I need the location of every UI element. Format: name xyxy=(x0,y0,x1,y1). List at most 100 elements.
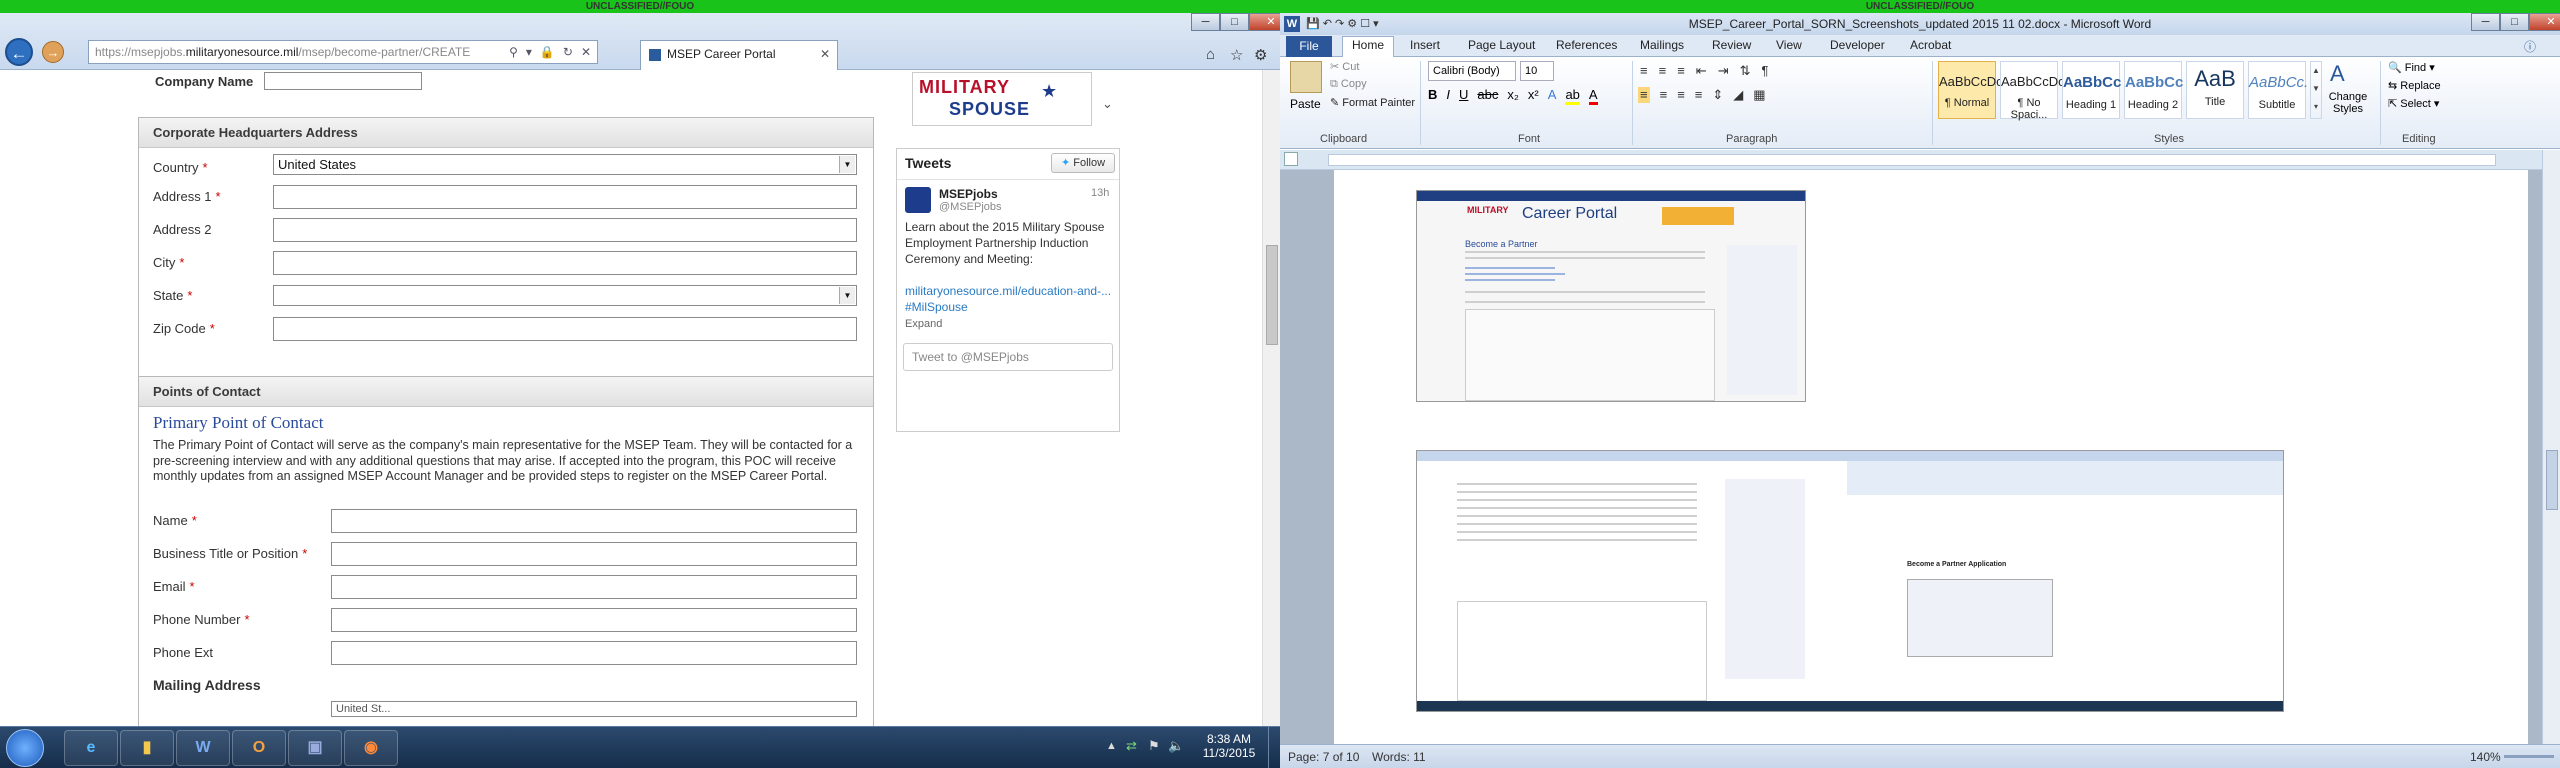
word-taskbar-icon[interactable]: W xyxy=(176,730,230,766)
tab-references[interactable]: References xyxy=(1556,38,1617,52)
text-effects-icon[interactable]: A xyxy=(1548,87,1557,105)
tweet-compose-input[interactable]: Tweet to @MSEPjobs xyxy=(903,343,1113,371)
superscript-icon[interactable]: x² xyxy=(1528,87,1539,105)
clock[interactable]: 8:38 AM 11/3/2015 xyxy=(1200,732,1258,760)
zoom-slider[interactable] xyxy=(2504,755,2554,758)
tray-expand-icon[interactable]: ▲ xyxy=(1106,740,1117,752)
bullets-icon[interactable]: ≡ xyxy=(1640,63,1648,79)
bold-icon[interactable]: B xyxy=(1428,87,1437,105)
firefox-taskbar-icon[interactable]: ◉ xyxy=(344,730,398,766)
tab-insert[interactable]: Insert xyxy=(1410,38,1440,52)
highlight-icon[interactable]: ab xyxy=(1565,87,1580,105)
page-count[interactable]: Page: 7 of 10 xyxy=(1288,750,1359,764)
style-heading-2[interactable]: AaBbCc Heading 2 xyxy=(2124,61,2183,119)
paste-icon[interactable] xyxy=(1290,61,1322,93)
shading-icon[interactable]: ◢ xyxy=(1733,87,1743,103)
tab-developer[interactable]: Developer xyxy=(1830,38,1885,52)
help-icon[interactable]: ⓘ xyxy=(2524,38,2536,55)
close-button[interactable]: ✕ xyxy=(2529,13,2560,31)
tab-review[interactable]: Review xyxy=(1712,38,1751,52)
sort-icon[interactable]: ⇅ xyxy=(1740,63,1751,79)
address2-input[interactable] xyxy=(273,218,857,242)
style-no-spacing[interactable]: AaBbCcDc ¶ No Spaci... xyxy=(2000,61,2065,121)
document-page[interactable]: MILITARY Career Portal Become a Partner xyxy=(1334,170,2528,744)
italic-icon[interactable]: I xyxy=(1446,87,1450,105)
forward-button[interactable]: → xyxy=(42,41,64,63)
maximize-button[interactable]: □ xyxy=(1220,13,1249,31)
embedded-screenshot-desktop[interactable]: Become a Partner Application xyxy=(1416,450,2284,712)
underline-icon[interactable]: U xyxy=(1459,87,1468,105)
tab-view[interactable]: View xyxy=(1776,38,1802,52)
search-icon[interactable]: ⚲ xyxy=(509,41,518,63)
stop-icon[interactable]: ✕ xyxy=(581,41,591,63)
tab-page-layout[interactable]: Page Layout xyxy=(1468,38,1535,52)
state-select[interactable]: ▼ xyxy=(273,285,857,306)
speaker-icon[interactable]: 🔈 xyxy=(1168,738,1184,754)
maximize-button[interactable]: □ xyxy=(2500,13,2529,31)
style-normal[interactable]: AaBbCcDc ¶ Normal xyxy=(1938,61,2003,119)
font-name-select[interactable]: Calibri (Body) xyxy=(1428,61,1516,81)
poc-title-input[interactable] xyxy=(331,542,857,566)
poc-name-input[interactable] xyxy=(331,509,857,533)
align-right-icon[interactable]: ≡ xyxy=(1677,87,1685,103)
outlook-taskbar-icon[interactable]: O xyxy=(232,730,286,766)
tweet-expand-link[interactable]: Expand xyxy=(905,318,942,330)
poc-email-input[interactable] xyxy=(331,575,857,599)
tweet-link[interactable]: militaryonesource.mil/education-and-... … xyxy=(905,283,1115,315)
close-button[interactable]: ✕ xyxy=(1249,13,1280,31)
mailing-country-select[interactable]: United St... xyxy=(331,701,857,717)
zoom-level[interactable]: 140% xyxy=(2470,750,2501,764)
style-title[interactable]: AaB Title xyxy=(2186,61,2244,119)
show-desktop-button[interactable] xyxy=(1268,727,1280,768)
find-button[interactable]: 🔍 Find ▾ xyxy=(2388,61,2435,74)
style-subtitle[interactable]: AaBbCc. Subtitle xyxy=(2248,61,2308,119)
poc-ext-input[interactable] xyxy=(331,641,857,665)
decrease-indent-icon[interactable]: ⇤ xyxy=(1696,63,1707,79)
subscript-icon[interactable]: x₂ xyxy=(1507,87,1519,105)
document-vertical-scrollbar[interactable] xyxy=(2542,150,2560,744)
address-bar[interactable]: https://msepjobs.militaryonesource.mil/m… xyxy=(88,40,598,64)
borders-icon[interactable]: ▦ xyxy=(1753,87,1765,103)
font-color-icon[interactable]: A xyxy=(1588,87,1598,105)
poc-phone-input[interactable] xyxy=(331,608,857,632)
tab-acrobat[interactable]: Acrobat xyxy=(1910,38,1951,52)
horizontal-ruler[interactable] xyxy=(1280,150,2560,170)
start-button[interactable] xyxy=(6,729,44,767)
back-button[interactable]: ← xyxy=(5,38,33,66)
file-tab[interactable]: File xyxy=(1286,36,1332,57)
format-painter-button[interactable]: ✎ Format Painter xyxy=(1330,96,1415,109)
page-scrollbar[interactable] xyxy=(1262,70,1280,726)
country-select[interactable]: United States ▼ xyxy=(273,154,857,175)
military-spouse-banner[interactable]: MILITARY SPOUSE ★ xyxy=(912,72,1092,126)
multilevel-icon[interactable]: ≡ xyxy=(1677,63,1685,79)
word-count[interactable]: Words: 11 xyxy=(1372,750,1426,764)
paste-button[interactable]: Paste xyxy=(1290,97,1321,111)
company-name-input[interactable] xyxy=(264,72,422,90)
scrollbar-thumb[interactable] xyxy=(1266,245,1278,345)
tab-mailings[interactable]: Mailings xyxy=(1640,38,1684,52)
home-icon[interactable]: ⌂ xyxy=(1206,46,1215,63)
copy-button[interactable]: ⧉ Copy xyxy=(1330,78,1367,91)
select-button[interactable]: ⇱ Select ▾ xyxy=(2388,97,2439,110)
tab-close-icon[interactable]: ✕ xyxy=(820,47,830,61)
styles-scroll[interactable]: ▲ ▼ ▾ xyxy=(2310,61,2322,119)
align-center-icon[interactable]: ≡ xyxy=(1660,87,1668,103)
change-styles-icon[interactable]: A xyxy=(2330,61,2352,87)
network-icon[interactable]: ⇄ xyxy=(1126,738,1137,754)
avatar[interactable] xyxy=(905,187,931,213)
align-left-icon[interactable]: ≡ xyxy=(1638,87,1650,103)
favorites-icon[interactable]: ☆ xyxy=(1230,46,1243,64)
increase-indent-icon[interactable]: ⇥ xyxy=(1718,63,1729,79)
replace-button[interactable]: ⇆ Replace xyxy=(2388,79,2441,92)
minimize-button[interactable]: ─ xyxy=(1191,13,1220,31)
minimize-button[interactable]: ─ xyxy=(2471,13,2500,31)
follow-button[interactable]: ✦ Follow xyxy=(1051,153,1115,173)
address1-input[interactable] xyxy=(273,185,857,209)
refresh-icon[interactable]: ↻ xyxy=(563,41,573,63)
lock-icon[interactable]: 🔒 xyxy=(540,41,555,63)
quick-access-icons[interactable]: 💾 ↶ ↷ ⚙ ☐ ▾ xyxy=(1306,13,1379,35)
scrollbar-thumb[interactable] xyxy=(2546,450,2558,510)
embedded-screenshot-portal[interactable]: MILITARY Career Portal Become a Partner xyxy=(1416,190,1806,402)
justify-icon[interactable]: ≡ xyxy=(1695,87,1703,103)
app-taskbar-icon[interactable]: ▣ xyxy=(288,730,342,766)
